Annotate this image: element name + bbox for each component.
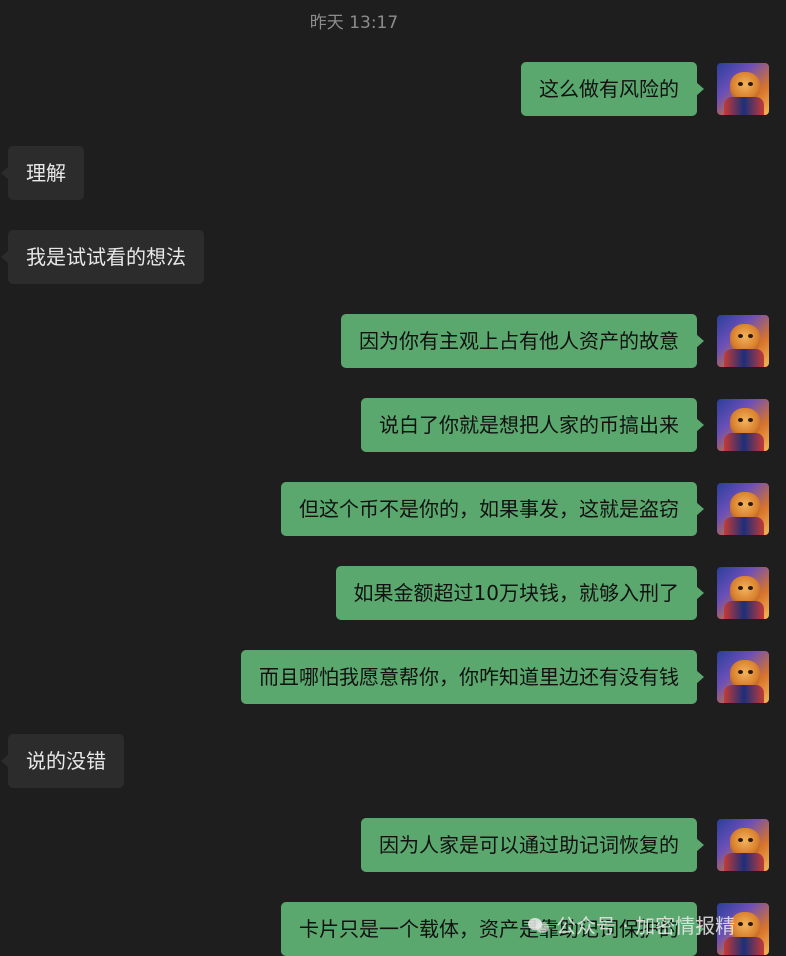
message-row: 但这个币不是你的，如果事发，这就是盗窃 (0, 482, 786, 536)
message-row: 因为你有主观上占有他人资产的故意 (0, 314, 786, 368)
incoming-message-bubble[interactable]: 理解 (1, 146, 84, 200)
outgoing-message-bubble[interactable]: 因为人家是可以通过助记词恢复的 (361, 818, 704, 872)
chat-window: 昨天 13:17 这么做有风险的 理解 我是试试看的想法 因为你有主观上占有他人… (0, 0, 786, 956)
message-row: 理解 (0, 146, 786, 200)
message-row: 这么做有风险的 (0, 62, 786, 116)
watermark-text: 公众号 · 加密情报精 (556, 914, 736, 938)
watermark: 公众号 · 加密情报精 (528, 910, 735, 939)
message-row: 我是试试看的想法 (0, 230, 786, 284)
cat-avatar-icon[interactable] (717, 399, 769, 451)
cat-avatar-icon[interactable] (717, 483, 769, 535)
outgoing-message-bubble[interactable]: 如果金额超过10万块钱，就够入刑了 (335, 566, 705, 620)
message-row: 因为人家是可以通过助记词恢复的 (0, 818, 786, 872)
message-timestamp: 昨天 13:17 (309, 13, 399, 33)
message-row: 说白了你就是想把人家的币搞出来 (0, 398, 786, 452)
cat-avatar-icon[interactable] (717, 63, 769, 115)
outgoing-message-bubble[interactable]: 因为你有主观上占有他人资产的故意 (341, 314, 704, 368)
cat-avatar-icon[interactable] (717, 567, 769, 619)
outgoing-message-bubble[interactable]: 说白了你就是想把人家的币搞出来 (361, 398, 704, 452)
message-row: 而且哪怕我愿意帮你，你咋知道里边还有没有钱 (0, 650, 786, 704)
cat-avatar-icon[interactable] (717, 315, 769, 367)
message-row: 说的没错 (0, 734, 786, 788)
outgoing-message-bubble[interactable]: 但这个币不是你的，如果事发，这就是盗窃 (281, 482, 704, 536)
cat-avatar-icon[interactable] (717, 819, 769, 871)
message-row: 如果金额超过10万块钱，就够入刑了 (0, 566, 786, 620)
incoming-message-bubble[interactable]: 说的没错 (1, 734, 124, 788)
outgoing-message-bubble[interactable]: 这么做有风险的 (521, 62, 704, 116)
outgoing-message-bubble[interactable]: 而且哪怕我愿意帮你，你咋知道里边还有没有钱 (241, 650, 704, 704)
cat-avatar-icon[interactable] (717, 651, 769, 703)
wechat-icon (528, 916, 550, 934)
incoming-message-bubble[interactable]: 我是试试看的想法 (1, 230, 204, 284)
